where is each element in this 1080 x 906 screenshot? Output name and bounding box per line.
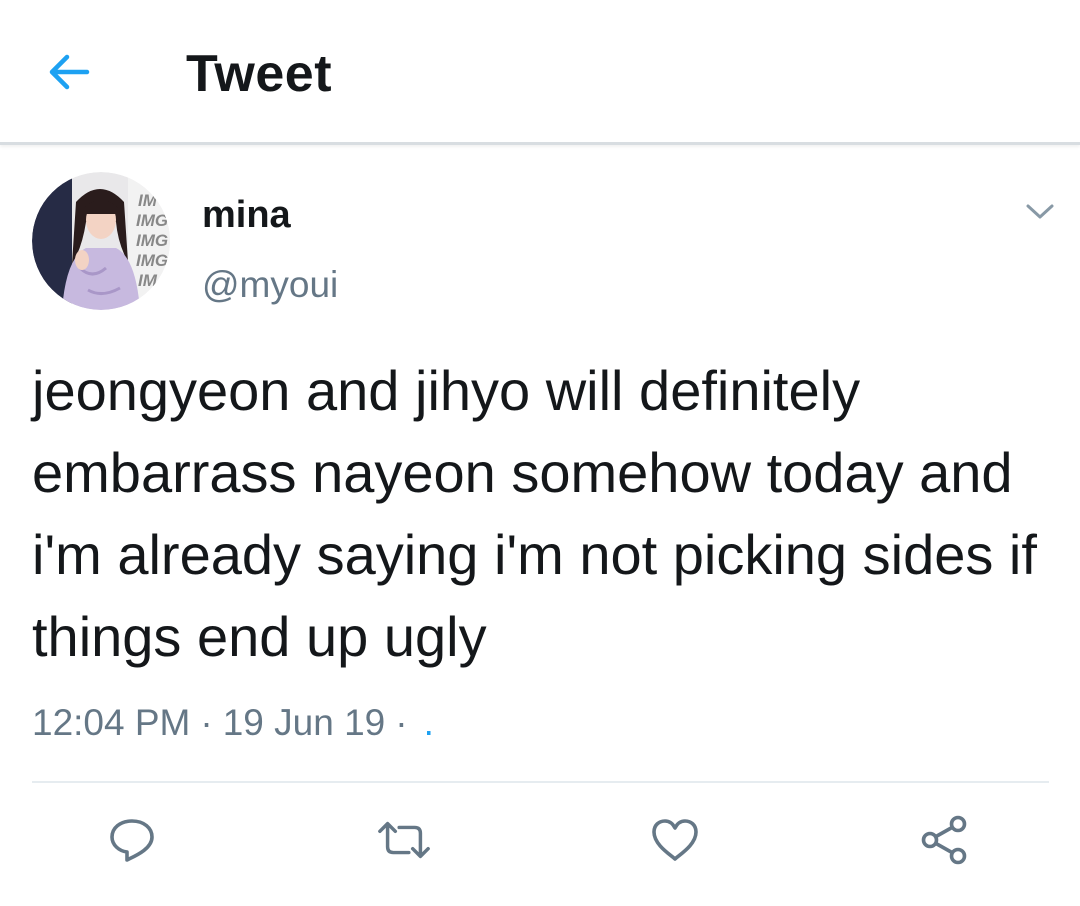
more-options-button[interactable] <box>1016 192 1064 232</box>
like-button[interactable] <box>647 812 703 868</box>
back-button[interactable] <box>38 44 100 100</box>
retweet-icon <box>378 821 430 859</box>
share-button[interactable] <box>916 812 972 868</box>
page-title: Tweet <box>186 45 333 103</box>
reply-button[interactable] <box>104 812 160 868</box>
separator-dot: · <box>200 702 213 743</box>
separator-dot: · <box>395 702 408 743</box>
avatar-backdrop-text: IMG <box>136 211 168 230</box>
reply-icon <box>110 819 154 862</box>
app-header: Tweet <box>0 0 1080 145</box>
divider <box>32 781 1049 783</box>
avatar-backdrop-text: IM <box>138 191 158 210</box>
tweet-metadata: 12:04 PM · 19 Jun 19 ·. <box>32 700 434 746</box>
avatar[interactable]: IM IMG IMG IMG IM <box>32 172 170 310</box>
profile-photo: IM IMG IMG IMG IM <box>32 172 170 310</box>
avatar-backdrop-text: IM <box>138 271 158 290</box>
tweet-source-link[interactable]: . <box>424 702 434 743</box>
display-name[interactable]: mina <box>202 192 291 238</box>
avatar-backdrop-text: IMG <box>136 251 168 270</box>
tweet-text: jeongyeon and jihyo will definitely emba… <box>32 359 1037 668</box>
tweet-date: 19 Jun 19 <box>222 702 386 743</box>
arrow-left-icon <box>49 54 90 90</box>
chevron-down-icon <box>1026 204 1054 219</box>
user-handle[interactable]: @myoui <box>202 262 338 308</box>
avatar-backdrop-text: IMG <box>136 231 168 250</box>
retweet-button[interactable] <box>376 812 432 868</box>
share-icon <box>921 815 967 865</box>
tweet-time: 12:04 PM <box>32 702 191 743</box>
heart-icon <box>652 819 698 861</box>
